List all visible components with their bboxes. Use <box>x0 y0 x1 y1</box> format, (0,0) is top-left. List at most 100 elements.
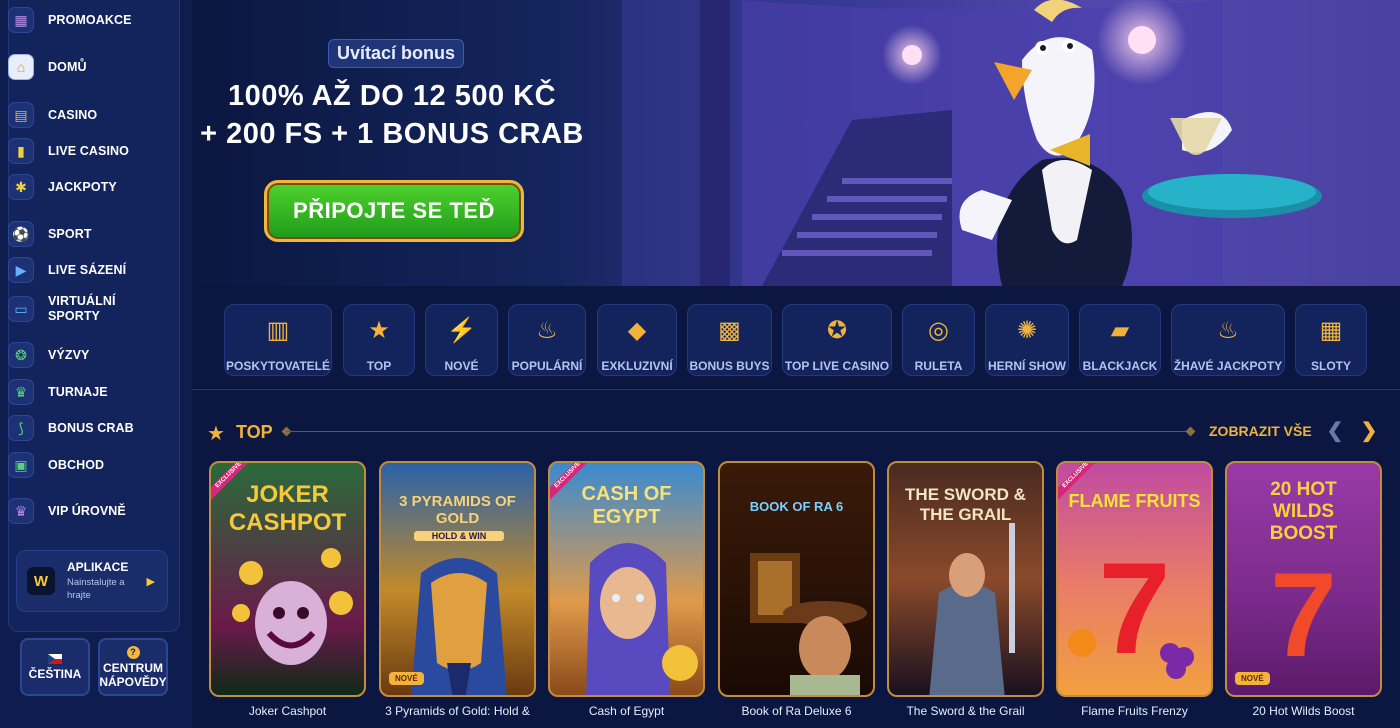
sidebar-item-turnaje[interactable]: ♛ TURNAJE <box>8 377 168 407</box>
game-card-cash-of-egypt[interactable]: CASH OF EGYPT EXCLUSIVE <box>548 461 705 697</box>
game-card-joker-cashpot[interactable]: JOKER CASHPOT EXCLUSIVE <box>209 461 366 697</box>
new-badge: NOVÉ <box>389 672 424 685</box>
crown-icon: ♛ <box>8 498 34 524</box>
app-install-card[interactable]: W APLIKACE Nainstalujte a hrajte ▶ <box>16 550 168 612</box>
game-card-20-hot-wilds-boost[interactable]: 20 HOT WILDS BOOST 7 NOVÉ <box>1225 461 1382 697</box>
app-logo-icon: W <box>27 567 55 595</box>
sidebar-item-label: JACKPOTY <box>48 179 117 194</box>
game-card-book-of-ra-deluxe-6[interactable]: BOOK OF RA 6 <box>718 461 875 697</box>
sidebar-item-label: LIVE SÁZENÍ <box>48 262 127 277</box>
wheel-icon: ✺ <box>1016 317 1038 344</box>
sidebar-item-virtualni-sporty[interactable]: ▭ VIRTUÁLNÍ SPORTY <box>8 292 168 326</box>
sidebar-item-label: BONUS CRAB <box>48 420 134 435</box>
pharaoh-illustration <box>411 558 507 695</box>
help-icon: ? <box>126 645 140 659</box>
game-title: 3 Pyramids of Gold: Hold & <box>385 704 530 718</box>
sidebar-item-sport[interactable]: ⚽ SPORT <box>8 219 168 249</box>
category-label: SLOTY <box>1310 359 1351 373</box>
book-icon: ▥ <box>266 317 290 344</box>
roulette-icon: ◎ <box>928 317 949 344</box>
category-slots[interactable]: ▦ SLOTY <box>1295 304 1367 376</box>
sidebar-item-label: CASINO <box>48 107 98 122</box>
gift-icon: ▦ <box>8 7 34 33</box>
fruits-illustration <box>1068 629 1194 679</box>
sidebar-item-jackpoty[interactable]: ✱ JACKPOTY <box>8 172 168 202</box>
seven-icon: 7 <box>1270 548 1337 682</box>
czech-flag-icon <box>48 653 62 664</box>
sidebar-item-label: LIVE CASINO <box>48 143 129 158</box>
category-label: TOP LIVE CASINO <box>784 359 890 373</box>
football-icon: ⚽ <box>8 221 34 247</box>
game-card-3-pyramids-of-gold[interactable]: 3 PYRAMIDS OF GOLD HOLD & WIN NOVÉ <box>379 461 536 697</box>
join-now-button[interactable]: PŘIPOJTE SE TEĎ <box>264 180 524 242</box>
help-center-button[interactable]: ? CENTRUM NÁPOVĚDY <box>98 638 168 696</box>
category-top-live-casino[interactable]: ✪ TOP LIVE CASINO <box>782 304 892 376</box>
category-blackjack[interactable]: ▰ BLACKJACK <box>1079 304 1161 376</box>
category-providers[interactable]: ▥ POSKYTOVATELÉ <box>224 304 332 376</box>
diamond-icon: ◆ <box>627 317 647 344</box>
claw-icon: ⟆ <box>8 415 34 441</box>
category-exclusive[interactable]: ◆ EXKLUZIVNÍ <box>597 304 677 376</box>
game-card-flame-fruits-frenzy[interactable]: FLAME FRUITS 7 EXCLUSIVE <box>1056 461 1213 697</box>
category-label: TOP <box>366 359 392 373</box>
app-card-title: APLIKACE <box>67 560 129 574</box>
game-card-the-sword-and-the-grail[interactable]: THE SWORD & THE GRAIL <box>887 461 1044 697</box>
gift-icon: ▩ <box>718 317 741 344</box>
sidebar-item-vyzvy[interactable]: ❂ VÝZVY <box>8 340 168 370</box>
sidebar-item-domu[interactable]: ⌂ DOMŮ <box>8 52 168 82</box>
category-popular[interactable]: ♨ POPULÁRNÍ <box>508 304 586 376</box>
sidebar-item-live-casino[interactable]: ▮ LIVE CASINO <box>8 136 168 166</box>
game-title: Joker Cashpot <box>248 704 327 718</box>
star-icon: ★ <box>368 317 390 344</box>
help-label-2: NÁPOVĚDY <box>99 674 167 689</box>
category-label: HERNÍ SHOW <box>988 359 1066 373</box>
sidebar-item-live-sazeni[interactable]: ▶ LIVE SÁZENÍ <box>8 255 168 285</box>
category-roulette[interactable]: ◎ RULETA <box>902 304 975 376</box>
divider-ornament <box>1185 426 1196 437</box>
knight-illustration <box>929 523 1015 695</box>
card-dealer-icon: ▮ <box>8 138 34 164</box>
virtual-sports-icon: ▭ <box>8 296 34 322</box>
help-label-1: CENTRUM <box>103 660 163 675</box>
sidebar-item-label: TURNAJE <box>48 384 108 399</box>
cards-icon: ▰ <box>1110 317 1130 344</box>
category-label: EXKLUZIVNÍ <box>601 359 673 373</box>
welcome-bonus-tag: Uvítací bonus <box>328 39 465 68</box>
sidebar-item-label: PROMOAKCE <box>48 12 132 27</box>
category-bonus-buys[interactable]: ▩ BONUS BUYS <box>687 304 772 376</box>
category-hot-jackpots[interactable]: ♨ ŽHAVÉ JACKPOTY <box>1171 304 1285 376</box>
jackpot-icon: ✱ <box>8 174 34 200</box>
category-new[interactable]: ⚡ NOVÉ <box>425 304 498 376</box>
chevron-right-icon[interactable]: ❯ <box>1358 419 1380 443</box>
hero-headline-line2: + 200 FS + 1 BONUS CRAB <box>200 118 584 150</box>
explorer-illustration <box>750 553 867 695</box>
category-bar: ▥ POSKYTOVATELÉ ★ TOP ⚡ NOVÉ ♨ POPULÁRNÍ… <box>192 286 1400 390</box>
show-all-link[interactable]: ZOBRAZIT VŠE <box>1209 423 1312 439</box>
category-game-show[interactable]: ✺ HERNÍ SHOW <box>985 304 1069 376</box>
star-icon: ★ <box>207 423 225 445</box>
play-icon: ▶ <box>8 257 34 283</box>
app-card-subtitle-1: Nainstalujte a <box>67 577 125 588</box>
sidebar-item-label: VIRTUÁLNÍ SPORTY <box>48 294 116 323</box>
category-label: BONUS BUYS <box>689 359 770 373</box>
chevron-left-icon[interactable]: ❮ <box>1324 419 1346 443</box>
category-label: ŽHAVÉ JACKPOTY <box>1173 359 1283 373</box>
sidebar-item-obchod[interactable]: ▣ OBCHOD <box>8 450 168 480</box>
sidebar-item-promoakce[interactable]: ▦ PROMOAKCE <box>8 5 168 35</box>
sidebar-item-label: OBCHOD <box>48 457 105 472</box>
trophy-icon: ♛ <box>8 379 34 405</box>
hero-headline-line1: 100% AŽ DO 12 500 KČ <box>227 80 557 112</box>
section-title: TOP <box>236 422 273 442</box>
category-label: RULETA <box>914 359 963 373</box>
sidebar-item-bonus-crab[interactable]: ⟆ BONUS CRAB <box>8 413 168 443</box>
hero-illustration <box>622 0 1400 286</box>
sidebar-item-casino[interactable]: ▤ CASINO <box>8 100 168 130</box>
language-button[interactable]: ČEŠTINA <box>20 638 90 696</box>
sidebar-item-label: VIP ÚROVNĚ <box>48 503 126 518</box>
slots-icon: ▦ <box>1319 317 1343 344</box>
category-top[interactable]: ★ TOP <box>343 304 415 376</box>
sidebar-item-label: SPORT <box>48 226 92 241</box>
sidebar-item-vip-urovne[interactable]: ♛ VIP ÚROVNĚ <box>8 496 168 526</box>
hot-jackpot-icon: ♨ <box>1217 317 1239 344</box>
language-label: ČEŠTINA <box>28 666 82 681</box>
